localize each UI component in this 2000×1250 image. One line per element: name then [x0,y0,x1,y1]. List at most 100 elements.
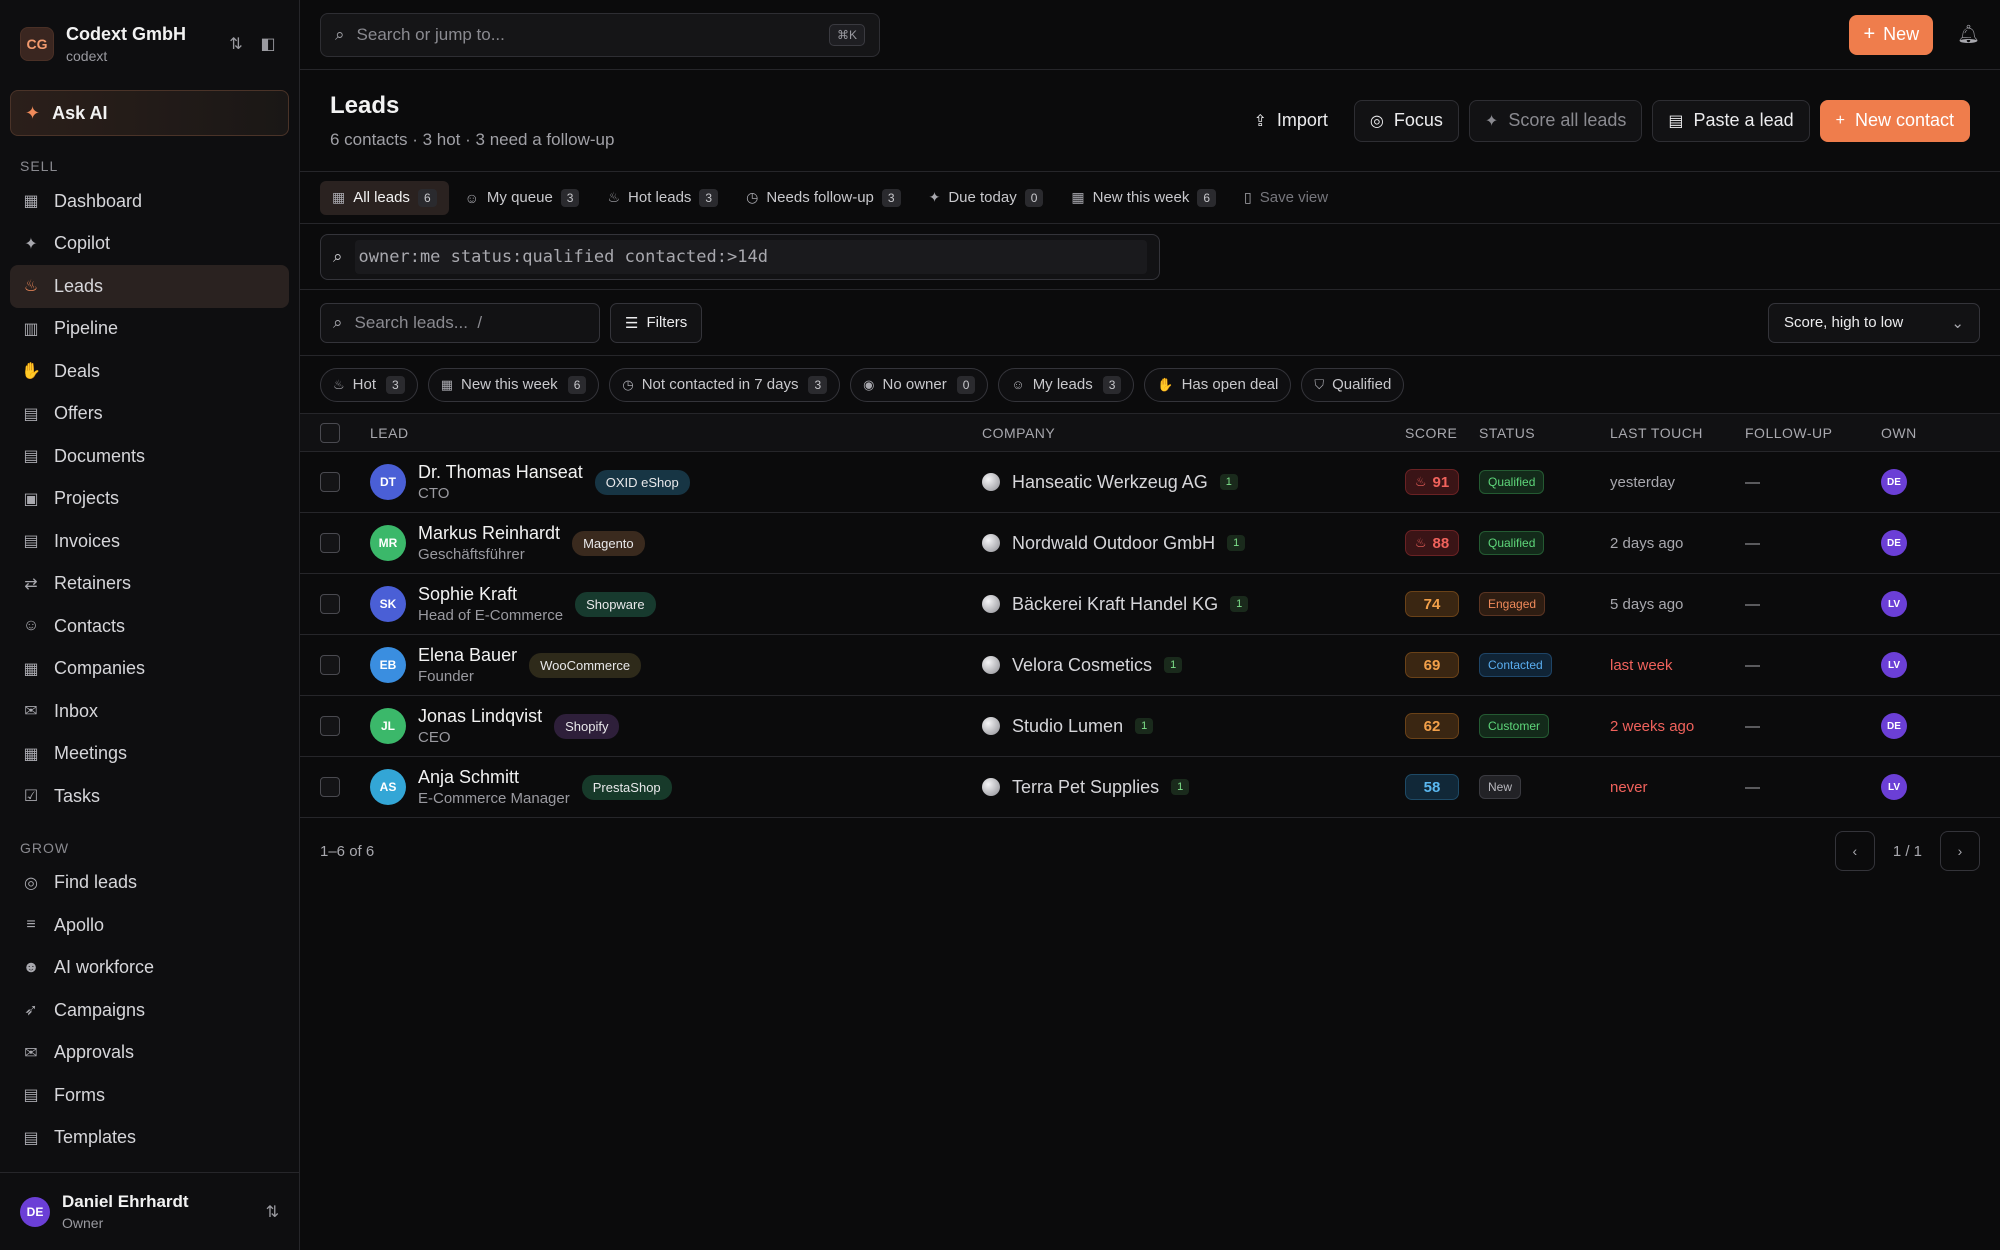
chip-hot[interactable]: ♨ Hot 3 [320,367,418,402]
avatar: DT [370,464,406,500]
sidebar-item-projects[interactable]: ▣ Projects [10,478,289,521]
sidebar-item-approvals[interactable]: ✉ Approvals [10,1032,289,1075]
table-row[interactable]: DT Dr. Thomas Hanseat CTO OXID eShop Hanseat… [300,452,2000,513]
tab-all-leads[interactable]: ▦ All leads 6 [320,180,449,215]
table-row[interactable]: JL Jonas Lindqvist CEO Shopify Studio Lumen 1… [300,696,2000,757]
owner-avatar[interactable]: DE [1881,530,1907,556]
col-follow-up[interactable]: FOLLOW-UP [1745,425,1881,441]
sidebar-item-meetings[interactable]: ▦ Meetings [10,733,289,776]
import-button[interactable]: ⇪ Import [1238,100,1344,142]
chip-has-open-deal[interactable]: ✋ Has open deal [1144,367,1292,402]
sidebar-item-invoices[interactable]: ▤ Invoices [10,520,289,563]
sidebar-item-dashboard[interactable]: ▦ Dashboard [10,180,289,223]
row-checkbox[interactable] [320,533,340,553]
col-owner[interactable]: OWN [1881,425,1941,441]
table-row[interactable]: EB Elena Bauer Founder WooCommerce Velora Co… [300,635,2000,696]
sidebar-item-retainers[interactable]: ⇄ Retainers [10,563,289,606]
query-input[interactable]: ⌕ owner:me status:qualified contacted:>1… [320,233,1160,280]
sidebar-item-tasks[interactable]: ☑ Tasks [10,775,289,818]
sidebar-item-templates[interactable]: ▤ Templates [10,1117,289,1160]
lead-name[interactable]: Sophie Kraft [418,584,563,605]
company-name[interactable]: Nordwald Outdoor GmbH [1012,533,1215,554]
status-badge: Customer [1479,714,1550,738]
sidebar-item-forms[interactable]: ▤ Forms [10,1074,289,1117]
company-name[interactable]: Hanseatic Werkzeug AG [1012,472,1208,493]
owner-avatar[interactable]: DE [1881,469,1907,495]
score-all-leads-button[interactable]: ✦ Score all leads [1468,99,1643,142]
sidebar-item-inbox[interactable]: ✉ Inbox [10,690,289,733]
sidebar-item-pipeline[interactable]: ▥ Pipeline [10,308,289,351]
chip-my-leads[interactable]: ☺ My leads 3 [998,367,1135,402]
row-checkbox[interactable] [320,777,340,797]
row-checkbox[interactable] [320,655,340,675]
owner-avatar[interactable]: LV [1881,774,1907,800]
table-row[interactable]: AS Anja Schmitt E-Commerce Manager PrestaSh… [300,757,2000,818]
prev-page-button[interactable]: ‹ [1834,831,1875,871]
tab-new-this-week[interactable]: ▦ New this week 6 [1059,181,1228,215]
sidebar-item-apollo[interactable]: ≡ Apollo [10,904,289,947]
tab-needs-follow-up[interactable]: ◷ Needs follow-up 3 [734,181,912,215]
save-view-button[interactable]: ▯ Save view [1232,181,1340,215]
sidebar-item-contacts[interactable]: ☺ Contacts [10,605,289,648]
sidebar-item-campaigns[interactable]: ➶ Campaigns [10,989,289,1032]
select-all-checkbox[interactable] [320,422,340,443]
row-checkbox[interactable] [320,594,340,614]
sidebar-item-leads[interactable]: ♨ Leads [10,265,289,308]
focus-label: Focus [1393,110,1443,130]
row-checkbox[interactable] [320,716,340,736]
sidebar-item-copilot[interactable]: ✦ Copilot [10,223,289,266]
owner-avatar[interactable]: LV [1881,652,1907,678]
company-name[interactable]: Terra Pet Supplies [1012,777,1159,798]
sidebar-item-deals[interactable]: ✋ Deals [10,350,289,393]
sidebar-item-offers[interactable]: ▤ Offers [10,393,289,436]
collapse-sidebar-icon[interactable]: ◧ [257,34,279,54]
tab-hot-leads[interactable]: ♨ Hot leads 3 [595,181,730,215]
next-page-button[interactable]: › [1940,831,1980,871]
query-text[interactable]: owner:me status:qualified contacted:>14d [354,239,1147,274]
ask-ai-button[interactable]: ✦ Ask AI [10,90,289,136]
lead-name[interactable]: Dr. Thomas Hanseat [418,462,583,483]
users-icon: ☺ [22,617,40,635]
lead-name[interactable]: Anja Schmitt [418,767,570,788]
filters-button[interactable]: ☰ Filters [610,302,703,343]
focus-button[interactable]: ◎ Focus [1353,99,1459,142]
bell-icon[interactable]: 🔔︎ [1957,24,1980,45]
col-company[interactable]: COMPANY [982,425,1405,441]
company-name[interactable]: Studio Lumen [1012,716,1123,737]
tab-due-today[interactable]: ✦ Due today 0 [917,181,1056,215]
company-name[interactable]: Velora Cosmetics [1012,655,1152,676]
tab-my-queue[interactable]: ☺ My queue 3 [453,181,592,215]
search-leads-input[interactable]: ⌕ Search leads... / [320,302,600,343]
table-row[interactable]: MR Markus Reinhardt Geschäftsführer Magento… [300,513,2000,574]
chevron-up-down-icon[interactable]: ⇅ [266,1202,279,1222]
global-search[interactable]: ⌕ Search or jump to... ⌘K [320,12,880,57]
sidebar-item-ai-workforce[interactable]: ☻ AI workforce [10,947,289,990]
col-last-touch[interactable]: LAST TOUCH [1610,425,1745,441]
sidebar-item-find-leads[interactable]: ◎ Find leads [10,862,289,905]
owner-avatar[interactable]: LV [1881,591,1907,617]
new-contact-button[interactable]: + New contact [1819,99,1970,142]
company-name[interactable]: Bäckerei Kraft Handel KG [1012,594,1218,615]
sort-select[interactable]: Score, high to low ⌄ [1768,302,1980,343]
col-score[interactable]: SCORE [1405,425,1479,441]
score-value: 62 [1423,717,1441,735]
new-button[interactable]: + New [1849,14,1934,55]
chip-new-this-week[interactable]: ▦ New this week 6 [427,367,600,402]
lead-name[interactable]: Jonas Lindqvist [418,706,542,727]
col-status[interactable]: STATUS [1479,425,1610,441]
lead-name[interactable]: Markus Reinhardt [418,523,560,544]
chip-no-owner[interactable]: ◉ No owner 0 [850,367,989,402]
table-row[interactable]: SK Sophie Kraft Head of E-Commerce Shopware… [300,574,2000,635]
workspace-switcher[interactable]: CG Codext GmbH codext ⇅ ◧ [0,0,299,88]
user-menu[interactable]: DE Daniel Ehrhardt Owner ⇅ [0,1172,299,1250]
paste-lead-button[interactable]: ▤ Paste a lead [1652,99,1810,142]
chip-not-contacted-in-7-days[interactable]: ◷ Not contacted in 7 days 3 [609,367,841,402]
col-lead[interactable]: LEAD [370,425,982,441]
sidebar-item-documents[interactable]: ▤ Documents [10,435,289,478]
lead-name[interactable]: Elena Bauer [418,645,517,666]
sidebar-item-companies[interactable]: ▦ Companies [10,648,289,691]
row-checkbox[interactable] [320,472,340,492]
chip-qualified[interactable]: ⛉ Qualified [1301,367,1405,402]
owner-avatar[interactable]: DE [1881,713,1907,739]
chevron-up-down-icon[interactable]: ⇅ [225,34,247,54]
